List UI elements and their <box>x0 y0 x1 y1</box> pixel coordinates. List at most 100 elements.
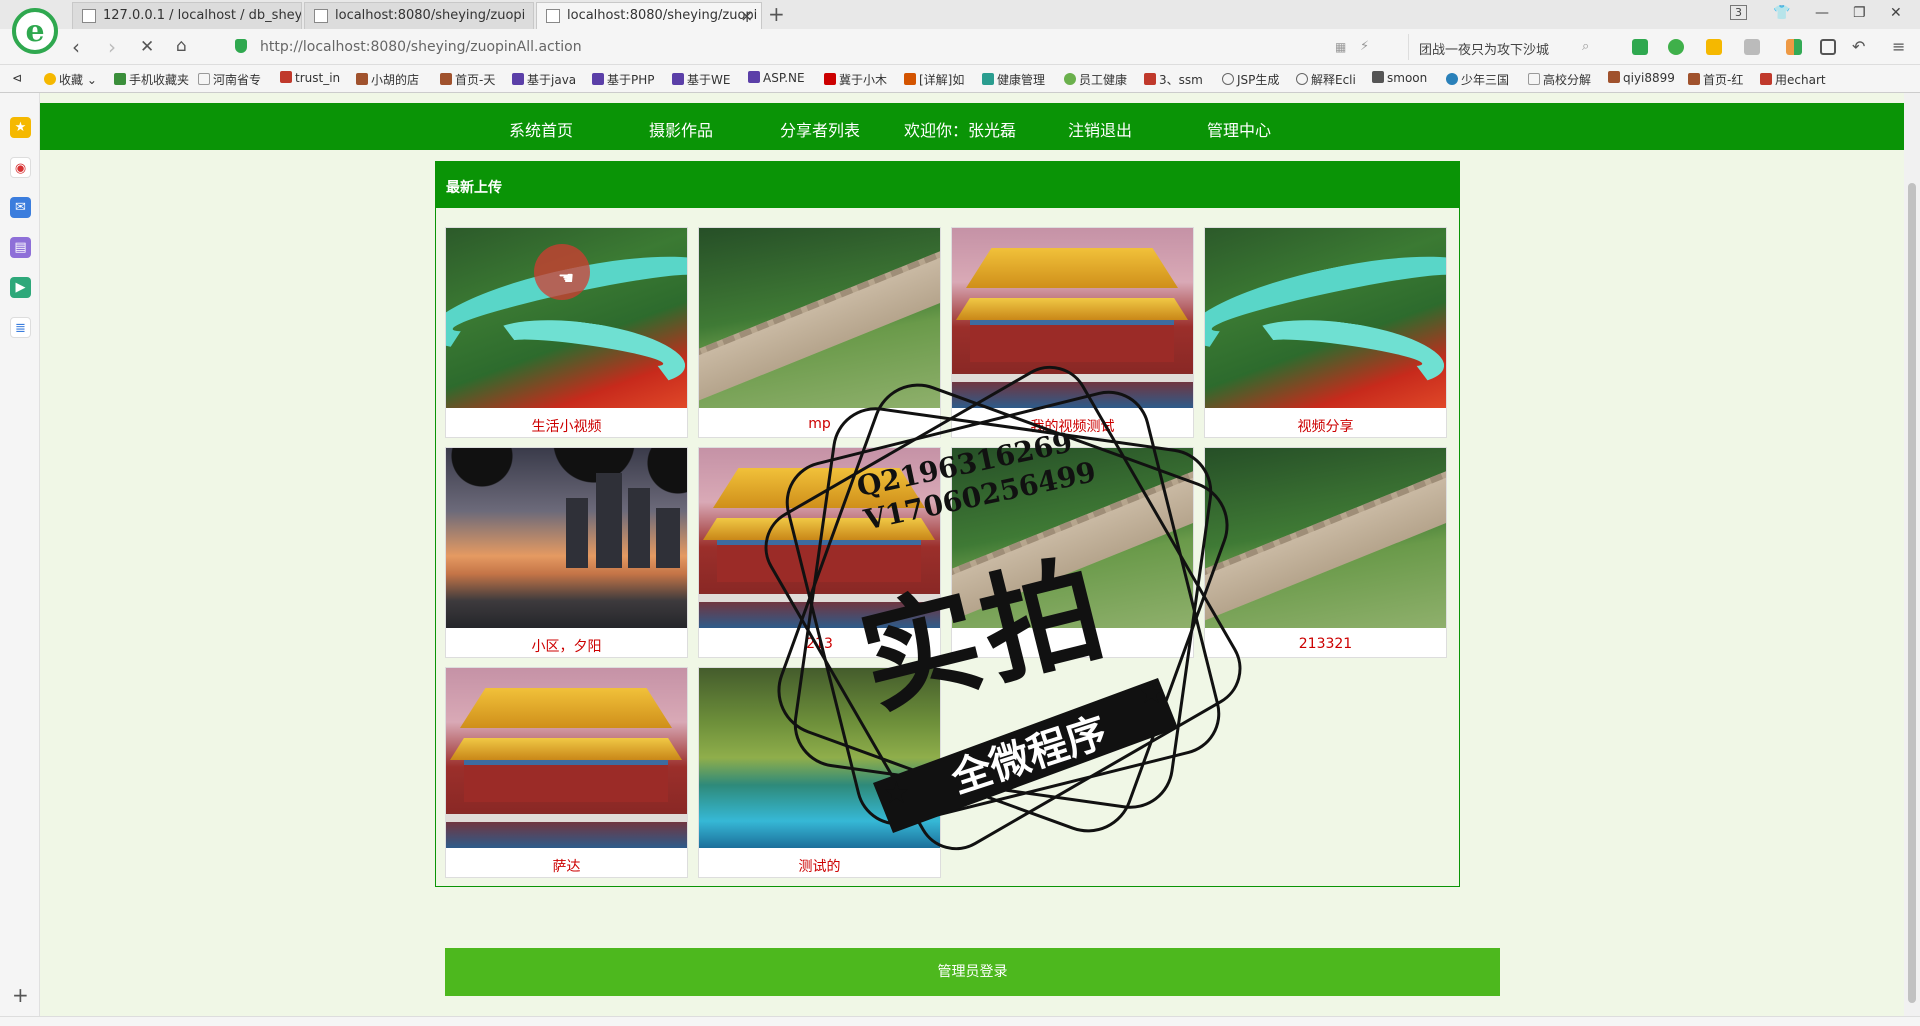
bookmark-item[interactable]: 员工健康 <box>1064 71 1127 88</box>
work-card[interactable]: 萨达 <box>445 667 688 878</box>
work-caption[interactable]: 213 <box>699 636 940 652</box>
tab-close-icon[interactable]: × <box>740 7 753 25</box>
work-card[interactable]: 213 <box>698 447 941 658</box>
work-card[interactable]: 我的视频测试 <box>951 227 1194 438</box>
bookmark-item[interactable]: 基于PHP <box>592 71 655 88</box>
work-thumbnail[interactable] <box>952 228 1193 408</box>
nav-home[interactable]: 系统首页 <box>509 117 573 141</box>
minimize-icon[interactable]: — <box>1815 5 1829 21</box>
work-card[interactable]: mp <box>698 227 941 438</box>
new-tab-plus-icon[interactable]: + <box>768 2 785 26</box>
bookmark-item[interactable]: 手机收藏夹 <box>114 71 189 88</box>
work-thumbnail[interactable] <box>446 448 687 628</box>
work-thumbnail[interactable] <box>446 668 687 848</box>
comic-icon[interactable]: ▤ <box>10 237 31 258</box>
undo-icon[interactable]: ↶ <box>1852 37 1865 56</box>
nav-works[interactable]: 摄影作品 <box>649 117 713 141</box>
work-caption[interactable]: mp <box>699 416 940 432</box>
forward-icon[interactable]: › <box>108 35 116 59</box>
bookmark-item[interactable]: 少年三国 <box>1446 71 1509 88</box>
work-caption[interactable]: 测试的 <box>699 856 940 876</box>
translate-icon[interactable] <box>1668 39 1684 55</box>
bookmark-item[interactable]: 3、ssm <box>1144 71 1203 88</box>
work-caption[interactable]: 视频分享 <box>1205 416 1446 436</box>
work-caption[interactable]: 小区，夕阳 <box>446 636 687 656</box>
bookmark-item[interactable]: 首页-红 <box>1688 71 1743 88</box>
bookmark-item[interactable]: 基于WE <box>672 71 730 88</box>
favorites-star-icon[interactable]: ★ <box>10 117 31 138</box>
bookmark-item[interactable]: 健康管理 <box>982 71 1045 88</box>
add-sidebar-item-icon[interactable]: + <box>12 983 29 1007</box>
tab-count-badge[interactable]: 3 <box>1730 5 1747 20</box>
side-panel: ★ ◉ ✉ ▤ ▶ ≣ + <box>0 93 40 1016</box>
scroll-thumb[interactable] <box>1908 183 1916 1003</box>
apps-grid-icon[interactable] <box>1786 39 1802 55</box>
work-card[interactable]: ☚ 生活小视频 <box>445 227 688 438</box>
bookmark-favorites[interactable]: 收藏 ⌄ <box>44 71 97 88</box>
search-icon[interactable]: ⌕ <box>1582 39 1589 54</box>
home-icon[interactable]: ⌂ <box>176 36 187 56</box>
work-thumbnail[interactable] <box>699 228 940 408</box>
tab-favicon-icon <box>314 9 328 23</box>
work-card[interactable]: 小区，夕阳 <box>445 447 688 658</box>
bookmark-item[interactable]: 解释Ecli <box>1296 71 1356 88</box>
url-text[interactable]: http://localhost:8080/sheying/zuopinAll.… <box>260 39 582 55</box>
bookmark-item[interactable]: 基于java <box>512 71 576 88</box>
bookmark-item[interactable]: JSP生成 <box>1222 71 1279 88</box>
bookmark-item[interactable]: smoon <box>1372 71 1427 85</box>
bookmark-item[interactable]: qiyi8899 <box>1608 71 1675 85</box>
restore-icon[interactable]: ❐ <box>1853 5 1866 21</box>
work-thumbnail[interactable] <box>699 668 940 848</box>
bookmark-item[interactable]: trust_in <box>280 71 340 85</box>
scissors-icon[interactable] <box>1632 39 1648 55</box>
work-thumbnail[interactable] <box>1205 228 1446 408</box>
notes-icon[interactable]: ≣ <box>10 317 31 338</box>
work-card[interactable] <box>951 447 1194 658</box>
work-thumbnail[interactable]: ☚ <box>446 228 687 408</box>
bookmarks-toggle-icon[interactable]: ⊲ <box>12 71 22 85</box>
tab-favicon-icon <box>546 9 560 23</box>
work-caption[interactable]: 生活小视频 <box>446 416 687 436</box>
qr-icon[interactable]: ▦ <box>1335 40 1346 54</box>
search-input[interactable]: 团战一夜只为攻下沙城 <box>1408 34 1598 60</box>
work-thumbnail[interactable] <box>699 448 940 628</box>
work-caption[interactable]: 我的视频测试 <box>952 416 1193 436</box>
skin-icon[interactable]: 👕 <box>1773 5 1790 21</box>
tab-sheying-active[interactable]: localhost:8080/sheying/zuopi × <box>536 2 762 29</box>
bookmark-item[interactable]: 小胡的店 <box>356 71 419 88</box>
weibo-icon[interactable]: ◉ <box>10 157 31 178</box>
reader-icon[interactable] <box>1820 39 1836 55</box>
shield-extension-icon[interactable] <box>1706 39 1722 55</box>
work-caption[interactable]: 萨达 <box>446 856 687 876</box>
work-thumbnail[interactable] <box>1205 448 1446 628</box>
work-card[interactable]: 视频分享 <box>1204 227 1447 438</box>
menu-icon[interactable]: ≡ <box>1892 37 1905 56</box>
nav-admin-center[interactable]: 管理中心 <box>1207 117 1271 141</box>
bookmark-item[interactable]: 用echart <box>1760 71 1826 88</box>
stop-loading-icon[interactable]: ✕ <box>140 37 154 57</box>
nav-sharers[interactable]: 分享者列表 <box>780 117 860 141</box>
bookmark-item[interactable]: 冀于小木 <box>824 71 887 88</box>
back-icon[interactable]: ‹ <box>72 35 80 59</box>
tab-phpmyadmin[interactable]: 127.0.0.1 / localhost / db_shey <box>72 2 302 29</box>
admin-login-button[interactable]: 管理员登录 <box>445 948 1500 996</box>
mail-icon[interactable]: ✉ <box>10 197 31 218</box>
bookmark-item[interactable]: 河南省专 <box>198 71 261 88</box>
work-card[interactable]: 213321 <box>1204 447 1447 658</box>
chat-icon[interactable] <box>1744 39 1760 55</box>
tab-sheying-1[interactable]: localhost:8080/sheying/zuopi <box>304 2 534 29</box>
close-window-icon[interactable]: ✕ <box>1890 5 1902 21</box>
work-thumbnail[interactable] <box>952 448 1193 628</box>
bookmark-item[interactable]: ASP.NE <box>748 71 805 85</box>
video-icon[interactable]: ▶ <box>10 277 31 298</box>
speed-mode-icon[interactable]: ⚡ <box>1360 39 1369 54</box>
bookmark-item[interactable]: 首页-天 <box>440 71 495 88</box>
bookmark-item[interactable]: 高校分解 <box>1528 71 1591 88</box>
page-scrollbar[interactable] <box>1904 93 1920 1016</box>
bookmark-item[interactable]: [详解]如 <box>904 71 964 88</box>
work-card[interactable]: 测试的 <box>698 667 941 878</box>
browser-logo-icon[interactable]: e <box>12 8 58 54</box>
work-caption[interactable]: 213321 <box>1205 636 1446 652</box>
nav-logout[interactable]: 注销退出 <box>1068 117 1132 141</box>
url-field[interactable]: http://localhost:8080/sheying/zuopinAll.… <box>228 34 1393 60</box>
